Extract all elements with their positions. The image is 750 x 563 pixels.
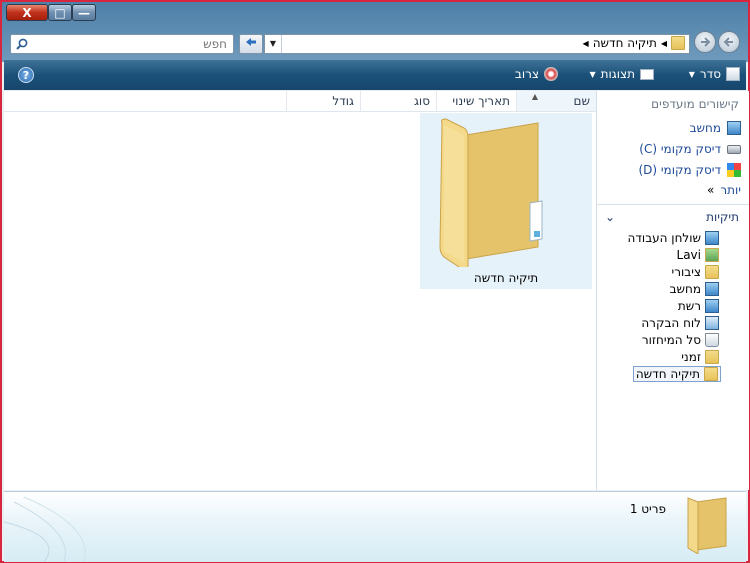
explorer-window: X □ — ▼ ◀ תיקיה חדשה ◀ <box>0 0 750 563</box>
favorite-label: מחשב <box>689 121 721 135</box>
burn-button[interactable]: צרוב <box>515 67 558 81</box>
control-panel-icon <box>705 316 719 330</box>
tree-item-network[interactable]: רשת <box>678 299 719 313</box>
folder-icon <box>705 265 719 279</box>
user-folder-icon <box>705 248 719 262</box>
address-bar[interactable]: ▼ ◀ תיקיה חדשה ◀ <box>264 34 690 54</box>
folder-icon <box>705 350 719 364</box>
forward-button[interactable] <box>694 31 716 53</box>
desktop-icon <box>705 231 719 245</box>
column-name[interactable]: שם ▲ <box>516 91 596 111</box>
file-item[interactable]: תיקיה חדשה <box>420 113 592 289</box>
burn-disc-icon <box>544 67 558 81</box>
search-input[interactable] <box>45 36 229 52</box>
decorative-swoosh <box>4 496 86 562</box>
tree-item-control-panel[interactable]: לוח הבקרה <box>641 316 719 330</box>
views-button[interactable]: תצוגות ▼ <box>589 67 654 81</box>
minimize-button[interactable]: — <box>72 4 96 21</box>
address-dropdown[interactable]: ▼ <box>265 35 282 53</box>
recycle-bin-icon <box>705 333 719 347</box>
tree-item-desktop[interactable]: שולחן העבודה <box>628 231 719 245</box>
chevron-down-icon[interactable]: ⌄ <box>605 210 615 224</box>
drive-icon <box>727 144 741 154</box>
organize-icon <box>726 67 740 81</box>
tree-item-label: ציבורי <box>671 265 701 279</box>
column-size[interactable]: גודל <box>286 91 360 111</box>
more-link[interactable]: יותר » <box>707 183 741 197</box>
refresh-button[interactable] <box>239 34 263 54</box>
help-icon[interactable]: ? <box>18 67 34 83</box>
tree-item-lavi[interactable]: Lavi <box>677 248 719 262</box>
back-button[interactable] <box>718 31 740 53</box>
address-row: ▼ ◀ תיקיה חדשה ◀ <box>2 28 748 58</box>
tree-item-computer[interactable]: מחשב <box>670 282 719 296</box>
favorite-item-computer[interactable]: מחשב <box>690 121 741 135</box>
organize-label: סדר <box>699 67 721 81</box>
maximize-button[interactable]: □ <box>48 4 72 21</box>
tree-item-label: Lavi <box>676 248 701 262</box>
folders-title[interactable]: תיקיות <box>706 210 739 224</box>
column-date-modified[interactable]: תאריך שינוי <box>436 91 516 111</box>
column-header: שם ▲ תאריך שינוי סוג גודל <box>4 91 596 112</box>
breadcrumb-chevron-icon[interactable]: ◀ <box>583 39 589 48</box>
breadcrumb-separator-icon[interactable]: ◀ <box>661 39 667 48</box>
dropdown-arrow-icon: ▼ <box>688 69 695 79</box>
network-icon <box>705 299 719 313</box>
sort-up-icon: ▲ <box>531 92 538 101</box>
views-label: תצוגות <box>600 67 635 81</box>
favorite-label: דיסק מקומי (C) <box>639 142 721 156</box>
column-type[interactable]: סוג <box>360 91 436 111</box>
breadcrumb: ◀ תיקיה חדשה ◀ <box>583 36 685 50</box>
search-icon[interactable] <box>15 37 29 51</box>
tree-item-label: סל המיחזור <box>641 333 701 347</box>
forward-arrow-icon <box>701 37 711 47</box>
tree-item-label: זמני <box>681 350 701 364</box>
breadcrumb-item[interactable]: תיקיה חדשה <box>593 36 657 50</box>
back-arrow-icon <box>723 37 733 47</box>
burn-label: צרוב <box>514 67 539 81</box>
tree-item-temp[interactable]: זמני <box>681 350 719 364</box>
folder-icon <box>687 497 727 554</box>
computer-icon <box>727 121 741 135</box>
double-chevron-icon: » <box>707 183 715 197</box>
computer-icon <box>705 282 719 296</box>
close-button[interactable]: X <box>6 4 48 21</box>
search-box[interactable] <box>10 34 234 54</box>
views-icon <box>640 68 654 80</box>
more-label: יותר <box>720 183 741 197</box>
column-name-label: שם <box>573 94 590 108</box>
folder-icon <box>439 118 543 267</box>
favorite-label: דיסק מקומי (D) <box>638 163 721 177</box>
folder-icon <box>671 36 685 50</box>
organize-button[interactable]: סדר ▼ <box>689 67 740 81</box>
favorite-item-drive-d[interactable]: דיסק מקומי (D) <box>638 163 741 177</box>
item-count: פריט 1 <box>629 502 666 516</box>
refresh-icon <box>246 38 256 46</box>
tree-item-recycle-bin[interactable]: סל המיחזור <box>642 333 719 347</box>
drive-windows-icon <box>727 163 741 177</box>
section-divider <box>597 204 749 205</box>
folder-icon <box>704 367 718 381</box>
tree-item-label: מחשב <box>669 282 701 296</box>
command-toolbar: סדר ▼ תצוגות ▼ צרוב ? <box>4 60 746 90</box>
favorite-item-drive-c[interactable]: דיסק מקומי (C) <box>639 142 741 156</box>
file-item-label: תיקיה חדשה <box>473 271 539 285</box>
details-pane: פריט 1 <box>4 491 746 562</box>
file-list-pane: שם ▲ תאריך שינוי סוג גודל תיקיה חדשה <box>4 91 596 490</box>
tree-item-label: תיקיה חדשה <box>635 367 700 381</box>
tree-item-label: רשת <box>677 299 701 313</box>
tree-item-new-folder[interactable]: תיקיה חדשה <box>632 366 721 382</box>
tree-item-public[interactable]: ציבורי <box>672 265 719 279</box>
navigation-pane: קישורים מועדפים מחשב דיסק מקומי (C) דיסק… <box>596 91 749 490</box>
tree-item-label: לוח הבקרה <box>641 316 701 330</box>
tree-item-label: שולחן העבודה <box>627 231 701 245</box>
favorites-title: קישורים מועדפים <box>651 97 739 111</box>
dropdown-arrow-icon: ▼ <box>589 69 596 79</box>
